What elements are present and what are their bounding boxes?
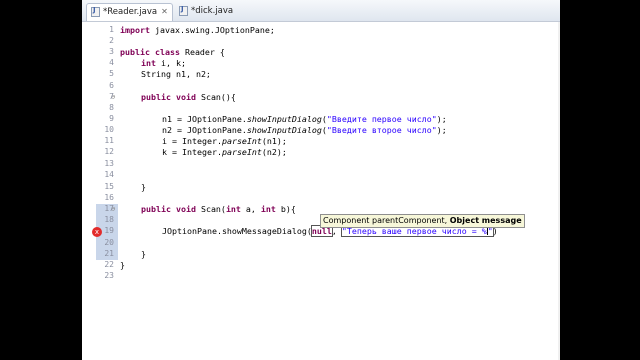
line-number: 11 [104, 136, 114, 145]
java-file-icon [179, 5, 188, 16]
code-line-4[interactable]: int i, k; [141, 58, 186, 69]
code-line-21[interactable]: } [141, 249, 146, 260]
close-icon[interactable]: ✕ [161, 4, 168, 20]
line-number: 22 [104, 260, 114, 269]
line-number: 2 [109, 36, 114, 45]
code-line-17[interactable]: public void Scan(int a, int b){ [141, 204, 296, 215]
line-number: 8 [109, 103, 114, 112]
line-number: 23 [104, 271, 114, 280]
code-line-11[interactable]: i = Integer.parseInt(n1); [162, 136, 287, 147]
code-line-10[interactable]: n2 = JOptionPane.showInputDialog("Введит… [162, 125, 447, 136]
line-number: 1 [109, 25, 114, 34]
line-number: 12 [104, 147, 114, 156]
line-number: 10 [104, 125, 114, 134]
line-number: 3 [109, 47, 114, 56]
code-line-3[interactable]: public class Reader { [120, 47, 225, 58]
editor-tab-bar: *Reader.java✕ *dick.java [82, 0, 560, 22]
line-number: 9 [109, 114, 114, 123]
line-number: 5 [109, 69, 114, 78]
line-number: 13 [104, 159, 114, 168]
parameter-hint-tooltip: Component parentComponent, Object messag… [320, 214, 525, 228]
tab-dick-java[interactable]: *dick.java [175, 3, 243, 21]
code-line-22[interactable]: } [120, 260, 125, 271]
line-number: 21 [104, 249, 114, 258]
line-number: 6 [109, 81, 114, 90]
tab-label: *Reader.java [103, 7, 158, 17]
line-number: 16 [104, 193, 114, 202]
java-file-icon [91, 6, 100, 17]
code-line-5[interactable]: String n1, n2; [141, 69, 211, 80]
line-number: 17 [104, 204, 114, 213]
line-number: 7 [109, 92, 114, 101]
line-number: 15 [104, 182, 114, 191]
annotation-ruler [82, 22, 96, 360]
tab-label: *dick.java [191, 6, 234, 16]
line-number: 20 [104, 238, 114, 247]
line-number: 19 [104, 226, 114, 235]
code-line-15[interactable]: } [141, 182, 146, 193]
editor-window: *Reader.java✕ *dick.java x ⊖ ⊖ import ja… [82, 0, 560, 360]
line-number: 4 [109, 58, 114, 67]
code-line-1[interactable]: import javax.swing.JOptionPane; [120, 25, 275, 36]
code-line-9[interactable]: n1 = JOptionPane.showInputDialog("Введит… [162, 114, 447, 125]
line-number: 14 [104, 170, 114, 179]
code-line-7[interactable]: public void Scan(){ [141, 92, 236, 103]
tab-reader-java[interactable]: *Reader.java✕ [86, 3, 173, 21]
code-line-12[interactable]: k = Integer.parseInt(n2); [162, 147, 287, 158]
line-number: 18 [104, 215, 114, 224]
overview-ruler [558, 22, 560, 360]
